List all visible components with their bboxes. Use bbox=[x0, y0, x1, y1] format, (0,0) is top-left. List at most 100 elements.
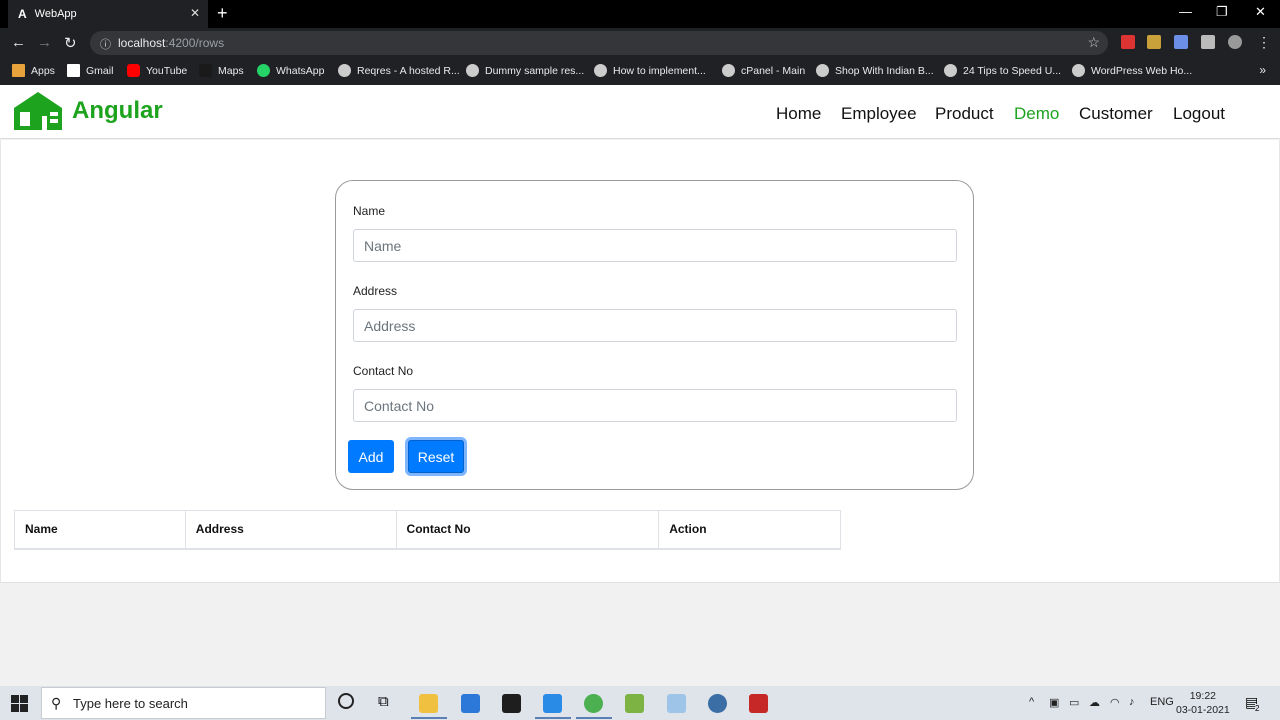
house-logo-icon[interactable] bbox=[14, 92, 62, 130]
customer-form: Name Address Contact No Add Reset bbox=[335, 180, 974, 490]
whatsapp-icon bbox=[257, 64, 270, 77]
bookmark-item[interactable]: Gmail bbox=[67, 64, 113, 77]
windows-taskbar: ⚲ Type here to search ⧉ ^ ▣ ▭ ☁ ◠ ♪ ENG … bbox=[0, 686, 1280, 720]
nav-link-logout[interactable]: Logout bbox=[1173, 104, 1225, 124]
browser-toolbar: ← → ↻ ⓘ localhost :4200/rows ☆ bbox=[0, 28, 1280, 58]
globe-icon bbox=[594, 64, 607, 77]
mail-icon[interactable] bbox=[461, 694, 480, 713]
mcafee-shield-icon[interactable] bbox=[749, 694, 768, 713]
notification-count: 2 bbox=[1255, 704, 1260, 713]
bookmark-item[interactable]: WordPress Web Ho... bbox=[1072, 64, 1192, 77]
bookmarks-bar: Apps Gmail YouTube Maps WhatsApp Reqres … bbox=[0, 58, 1280, 85]
browser-menu-icon[interactable]: ⋮ bbox=[1257, 34, 1271, 51]
onedrive-cloud-icon[interactable]: ☁ bbox=[1089, 696, 1100, 709]
add-button[interactable]: Add bbox=[348, 440, 394, 473]
chrome-icon[interactable] bbox=[584, 694, 603, 713]
network-globe-icon[interactable] bbox=[708, 694, 727, 713]
forward-icon[interactable]: → bbox=[37, 34, 52, 51]
profile-avatar-icon[interactable] bbox=[1228, 35, 1242, 49]
minimize-icon[interactable]: — bbox=[1179, 4, 1192, 19]
vscode-icon[interactable] bbox=[543, 694, 562, 713]
maps-icon bbox=[199, 64, 212, 77]
name-input[interactable] bbox=[353, 229, 957, 262]
task-view-icon[interactable]: ⧉ bbox=[378, 693, 389, 710]
restore-icon[interactable]: ❐ bbox=[1216, 4, 1228, 20]
windows-start-icon[interactable] bbox=[11, 695, 28, 712]
globe-icon bbox=[466, 64, 479, 77]
bookmark-item[interactable]: Shop With Indian B... bbox=[816, 64, 934, 77]
customer-table: Name Address Contact No Action bbox=[14, 510, 841, 550]
tray-app-icon[interactable]: ▣ bbox=[1049, 696, 1059, 709]
extension-icon[interactable] bbox=[1174, 35, 1188, 49]
clock-date: 03-01-2021 bbox=[1176, 704, 1230, 716]
tab-title: WebApp bbox=[34, 8, 77, 20]
extension-icon[interactable] bbox=[1121, 35, 1135, 49]
bookmark-star-icon[interactable]: ☆ bbox=[1087, 34, 1100, 51]
url-host: localhost bbox=[118, 36, 166, 50]
globe-icon bbox=[338, 64, 351, 77]
app-navbar: Angular Home Employee Product Demo Custo… bbox=[0, 85, 1280, 139]
column-header-address: Address bbox=[184, 510, 397, 550]
nav-link-home[interactable]: Home bbox=[776, 104, 821, 124]
globe-icon bbox=[1072, 64, 1085, 77]
volume-icon[interactable]: ♪ bbox=[1129, 696, 1135, 708]
globe-icon bbox=[944, 64, 957, 77]
bookmark-item[interactable]: YouTube bbox=[127, 64, 187, 77]
extension-icon[interactable] bbox=[1147, 35, 1161, 49]
extensions-puzzle-icon[interactable] bbox=[1201, 35, 1215, 49]
bookmark-item[interactable]: WhatsApp bbox=[257, 64, 324, 77]
back-icon[interactable]: ← bbox=[11, 34, 26, 51]
image-editor-icon[interactable] bbox=[625, 694, 644, 713]
bookmark-item[interactable]: Dummy sample res... bbox=[466, 64, 584, 77]
active-app-indicator bbox=[535, 717, 571, 719]
battery-icon[interactable]: ▭ bbox=[1069, 696, 1079, 709]
reload-icon[interactable]: ↻ bbox=[64, 34, 77, 52]
close-icon[interactable]: ✕ bbox=[190, 6, 200, 20]
table-header-row: Name Address Contact No Action bbox=[14, 510, 841, 550]
url-path: :4200/rows bbox=[165, 36, 225, 50]
clock-time: 19:22 bbox=[1189, 690, 1216, 702]
brand-name[interactable]: Angular bbox=[72, 97, 163, 125]
globe-icon bbox=[816, 64, 829, 77]
globe-icon bbox=[722, 64, 735, 77]
language-indicator[interactable]: ENG bbox=[1150, 696, 1174, 708]
column-header-action: Action bbox=[658, 510, 841, 550]
nav-link-product[interactable]: Product bbox=[935, 104, 994, 124]
show-hidden-icons-icon[interactable]: ^ bbox=[1029, 696, 1034, 708]
taskbar-clock[interactable]: 19:22 03-01-2021 bbox=[1176, 689, 1230, 717]
youtube-icon bbox=[127, 64, 140, 77]
bookmark-item[interactable]: Apps bbox=[12, 64, 55, 77]
file-explorer-icon[interactable] bbox=[419, 694, 438, 713]
window-close-icon[interactable]: ✕ bbox=[1255, 4, 1266, 20]
bookmark-item[interactable]: How to implement... bbox=[594, 64, 706, 77]
reset-button[interactable]: Reset bbox=[408, 440, 464, 473]
bookmark-item[interactable]: cPanel - Main bbox=[722, 64, 805, 77]
browser-tab[interactable]: A WebApp ✕ bbox=[8, 0, 208, 28]
bookmark-item[interactable]: Maps bbox=[199, 64, 244, 77]
new-tab-icon[interactable]: + bbox=[217, 3, 228, 24]
address-bar[interactable]: ⓘ localhost :4200/rows ☆ bbox=[90, 31, 1108, 55]
terminal-icon[interactable] bbox=[502, 694, 521, 713]
column-header-name: Name bbox=[14, 510, 186, 550]
taskbar-search-input[interactable]: ⚲ Type here to search bbox=[41, 687, 326, 719]
apps-grid-icon bbox=[12, 64, 25, 77]
address-label: Address bbox=[353, 284, 398, 298]
nav-link-demo[interactable]: Demo bbox=[1014, 104, 1059, 124]
web-page: Angular Home Employee Product Demo Custo… bbox=[0, 85, 1280, 686]
contact-label: Contact No bbox=[353, 364, 414, 378]
wifi-icon[interactable]: ◠ bbox=[1110, 696, 1120, 709]
address-input[interactable] bbox=[353, 309, 957, 342]
bookmark-item[interactable]: 24 Tips to Speed U... bbox=[944, 64, 1061, 77]
nav-link-customer[interactable]: Customer bbox=[1079, 104, 1153, 124]
more-bookmarks-icon[interactable]: » bbox=[1259, 63, 1266, 77]
gmail-icon bbox=[67, 64, 80, 77]
bookmark-item[interactable]: Reqres - A hosted R... bbox=[338, 64, 460, 77]
app-icon[interactable] bbox=[667, 694, 686, 713]
site-info-icon[interactable]: ⓘ bbox=[100, 36, 111, 52]
active-app-indicator bbox=[576, 717, 612, 719]
contact-input[interactable] bbox=[353, 389, 957, 422]
nav-link-employee[interactable]: Employee bbox=[841, 104, 917, 124]
search-icon: ⚲ bbox=[51, 695, 62, 711]
browser-tab-strip: A WebApp ✕ + — ❐ ✕ bbox=[0, 0, 1280, 28]
cortana-icon[interactable] bbox=[338, 693, 354, 709]
